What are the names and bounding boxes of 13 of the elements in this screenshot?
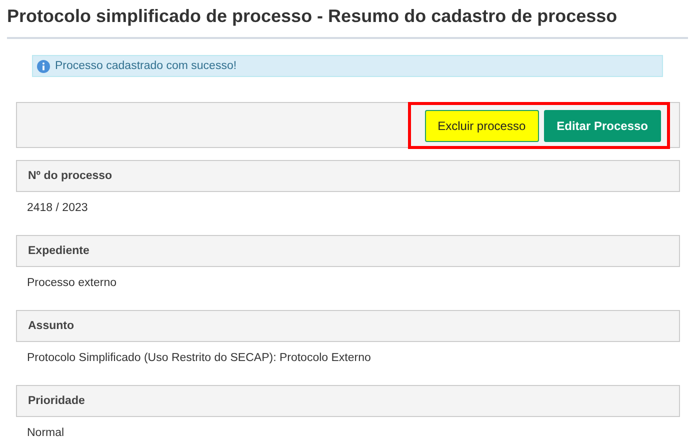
section-label: Assunto: [28, 320, 74, 332]
section-label: Nº do processo: [28, 170, 112, 182]
section-label: Expediente: [28, 245, 90, 257]
info-icon: [37, 60, 50, 72]
alert-text: Processo cadastrado com sucesso!: [55, 60, 237, 72]
field-value: Normal: [27, 427, 66, 441]
page-title: Protocolo simplificado de processo - Resumo do cadastro de processo: [6, 5, 618, 28]
field-value: 2418 / 2023: [27, 202, 89, 216]
field-value: Processo externo: [27, 277, 118, 291]
section-label: Prioridade: [28, 395, 85, 407]
edit-button[interactable]: Editar Processo: [544, 110, 661, 142]
field-value: Protocolo Simplificado (Uso Restrito do SECAP): Protocolo Externo: [27, 352, 372, 366]
delete-button[interactable]: Excluir processo: [424, 110, 539, 142]
